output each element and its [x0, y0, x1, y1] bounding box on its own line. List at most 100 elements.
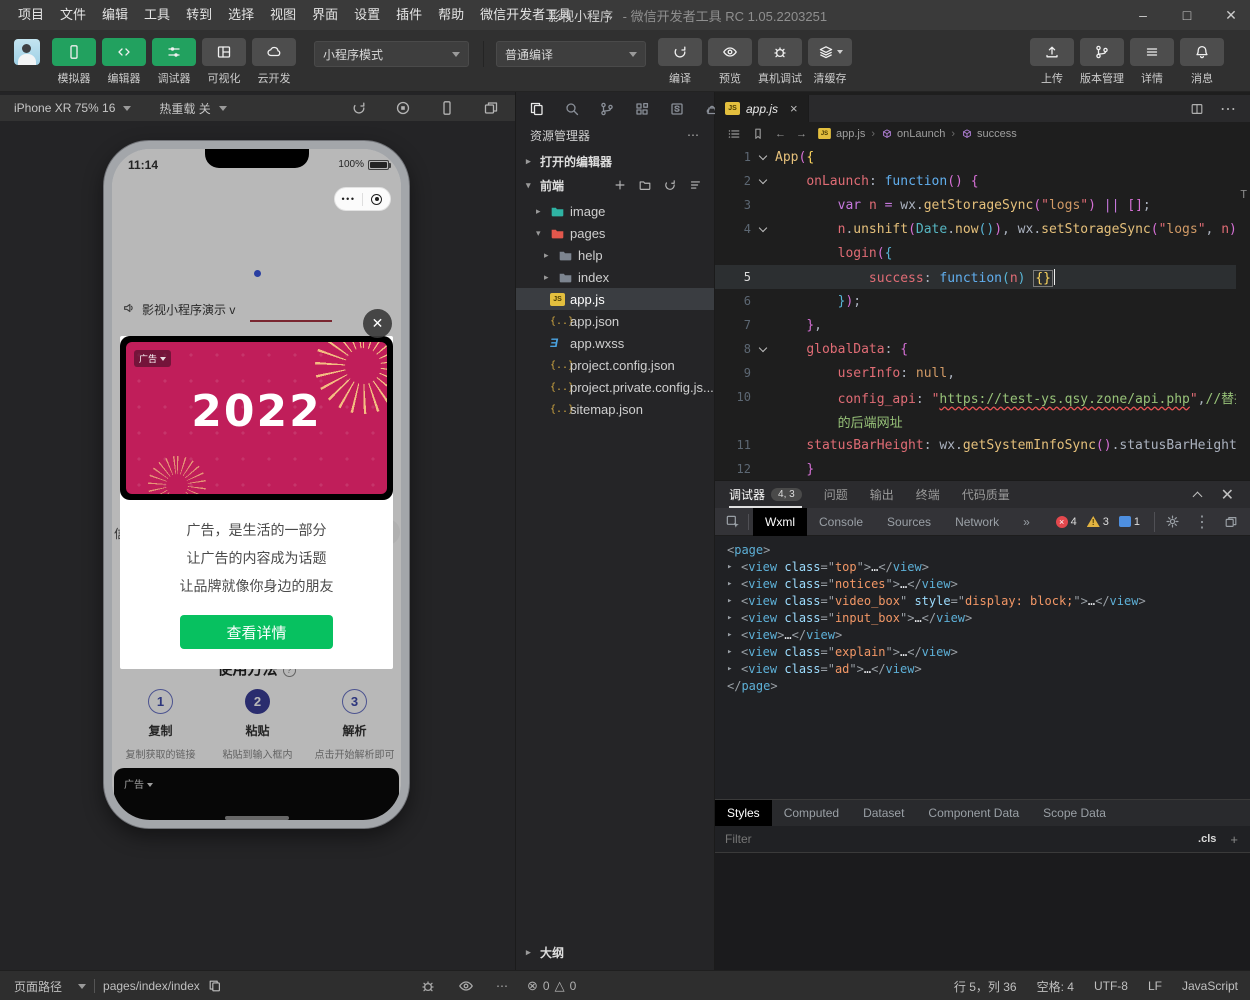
- ad-image[interactable]: 广告 2022: [126, 342, 387, 494]
- open-editors-section[interactable]: ▸ 打开的编辑器: [516, 150, 714, 172]
- phone-icon[interactable]: [439, 100, 455, 116]
- collapse-all-icon[interactable]: [688, 178, 702, 192]
- exit-button[interactable]: [363, 193, 390, 205]
- tree-chevron-right-icon[interactable]: ▸: [536, 206, 550, 217]
- toolbar-button-eye[interactable]: 预览: [706, 38, 754, 86]
- problems-summary[interactable]: ⊗ 0 △ 0: [527, 971, 576, 1000]
- toolbar-button-code[interactable]: 编辑器: [100, 38, 148, 86]
- toolbar-button-cloud[interactable]: 云开发: [250, 38, 298, 86]
- eye-icon[interactable]: [458, 978, 474, 994]
- tree-item[interactable]: {..} app.json: [516, 310, 714, 332]
- menu-item[interactable]: 选择: [220, 0, 262, 30]
- expand-arrow-icon[interactable]: ▸: [727, 644, 741, 661]
- styles-tab-dataset[interactable]: Dataset: [851, 800, 916, 827]
- debugger-tab[interactable]: 输出: [870, 481, 894, 508]
- menu-item[interactable]: 工具: [136, 0, 178, 30]
- tree-item[interactable]: ▸ image: [516, 200, 714, 222]
- wxml-node[interactable]: ▸ < view >… </view >: [727, 627, 1250, 644]
- toolbar-button-layers[interactable]: 清缓存: [806, 38, 854, 86]
- menu-item[interactable]: 文件: [52, 0, 94, 30]
- tree-item[interactable]: {..} project.private.config.js...: [516, 376, 714, 398]
- debugger-tab[interactable]: 问题: [824, 481, 848, 508]
- debugger-tab[interactable]: 调试器 4, 3: [729, 481, 802, 508]
- outline-section[interactable]: ▸ 大纲: [516, 942, 714, 962]
- toolbar-button-sliders[interactable]: 调试器: [150, 38, 198, 86]
- devtools-tab[interactable]: Console: [807, 508, 875, 536]
- debugger-tab[interactable]: 代码质量: [962, 481, 1010, 508]
- close-tab-icon[interactable]: ×: [790, 101, 798, 116]
- tree-item[interactable]: ▸ help: [516, 244, 714, 266]
- editor-tab-appjs[interactable]: JS app.js ×: [715, 95, 809, 122]
- status-item[interactable]: 空格: 4: [1037, 978, 1074, 995]
- code-editor[interactable]: 1 App({2 onLaunch: function() {3 var n = …: [715, 145, 1236, 478]
- wxml-node[interactable]: ▸ < view class =" notices ">… </view >: [727, 576, 1250, 593]
- editor-more-icon[interactable]: ⋯: [1220, 99, 1236, 119]
- collapse-panel-icon[interactable]: [1192, 491, 1203, 501]
- wxml-node[interactable]: ▸ < view class =" video_box " style =" display:…: [727, 593, 1250, 610]
- devtools-message-count[interactable]: 1: [1118, 516, 1140, 528]
- minimize-window-icon[interactable]: –: [1134, 7, 1152, 24]
- tree-chevron-down-icon[interactable]: ▾: [536, 228, 550, 239]
- expand-arrow-icon[interactable]: ▸: [727, 627, 741, 644]
- status-item[interactable]: UTF-8: [1094, 979, 1128, 993]
- source-control-icon[interactable]: [599, 101, 615, 117]
- add-style-icon[interactable]: +: [1230, 832, 1238, 847]
- menu-item[interactable]: 转到: [178, 0, 220, 30]
- record-icon[interactable]: [395, 100, 411, 116]
- fold-chevron-icon[interactable]: [751, 343, 775, 352]
- wxml-node[interactable]: ▸ < view class =" explain ">… </view >: [727, 644, 1250, 661]
- search-icon[interactable]: [564, 101, 580, 117]
- bookmark-icon[interactable]: [751, 127, 765, 141]
- styles-tab-scope-data[interactable]: Scope Data: [1031, 800, 1118, 827]
- devtools-error-count[interactable]: × 4: [1055, 515, 1077, 528]
- breadcrumb-item[interactable]: success: [961, 128, 1017, 140]
- toolbar-button-bell[interactable]: 消息: [1178, 38, 1226, 86]
- windows-icon[interactable]: [483, 100, 499, 116]
- wxml-node[interactable]: < page >: [727, 542, 1250, 559]
- devtools-warning-count[interactable]: ! 3: [1086, 516, 1109, 528]
- styles-tab-computed[interactable]: Computed: [772, 800, 851, 827]
- new-file-icon[interactable]: [613, 178, 627, 192]
- tree-item[interactable]: JS app.js: [516, 288, 714, 310]
- fold-chevron-icon[interactable]: [751, 223, 775, 232]
- view-details-button[interactable]: 查看详情: [180, 615, 333, 649]
- tree-item[interactable]: {..} project.config.json: [516, 354, 714, 376]
- close-window-icon[interactable]: ✕: [1222, 7, 1240, 24]
- fold-chevron-icon[interactable]: [751, 175, 775, 184]
- menu-item[interactable]: 插件: [388, 0, 430, 30]
- tree-chevron-right-icon[interactable]: ▸: [544, 272, 558, 283]
- toolbar-button-phone[interactable]: 模拟器: [50, 38, 98, 86]
- breadcrumb-item[interactable]: onLaunch: [881, 128, 945, 140]
- new-folder-icon[interactable]: [638, 178, 652, 192]
- undock-icon[interactable]: [1224, 515, 1238, 529]
- toolbar-button-branch[interactable]: 版本管理: [1078, 38, 1126, 86]
- status-item[interactable]: LF: [1148, 979, 1162, 993]
- user-avatar[interactable]: [14, 39, 40, 65]
- menu-item[interactable]: 设置: [346, 0, 388, 30]
- bug-icon[interactable]: [420, 978, 436, 994]
- expand-arrow-icon[interactable]: ▸: [727, 661, 741, 678]
- breadcrumb-item[interactable]: JS app.js: [817, 127, 865, 140]
- toolbar-button-refresh[interactable]: 编译: [656, 38, 704, 86]
- ad-tag[interactable]: 广告: [134, 350, 172, 367]
- menu-item[interactable]: 项目: [10, 0, 52, 30]
- nav-back-icon[interactable]: ←: [775, 128, 786, 140]
- more-actions-icon[interactable]: ⋯: [687, 128, 700, 142]
- refresh-icon[interactable]: [351, 100, 367, 116]
- toolbar-button-menu[interactable]: 详情: [1128, 38, 1176, 86]
- expand-arrow-icon[interactable]: ▸: [727, 559, 741, 576]
- inspect-element-icon[interactable]: [715, 514, 748, 529]
- ad-popup-media[interactable]: 广告 2022: [120, 336, 393, 500]
- styles-filter-input[interactable]: [715, 832, 1199, 846]
- tree-item[interactable]: Ǝapp.wxss: [516, 332, 714, 354]
- debugger-tab[interactable]: 终端: [916, 481, 940, 508]
- package-icon[interactable]: [669, 101, 685, 117]
- wxml-node[interactable]: </page >: [727, 678, 1250, 695]
- popup-close-button[interactable]: ✕: [363, 309, 392, 338]
- device-select[interactable]: iPhone XR 75% 16: [14, 101, 132, 115]
- mode-select[interactable]: 小程序模式: [314, 41, 469, 67]
- wxml-node[interactable]: ▸ < view class =" input_box ">… </view >: [727, 610, 1250, 627]
- extensions-icon[interactable]: [634, 101, 650, 117]
- devtools-tab[interactable]: Sources: [875, 508, 943, 536]
- fold-chevron-icon[interactable]: [751, 151, 775, 160]
